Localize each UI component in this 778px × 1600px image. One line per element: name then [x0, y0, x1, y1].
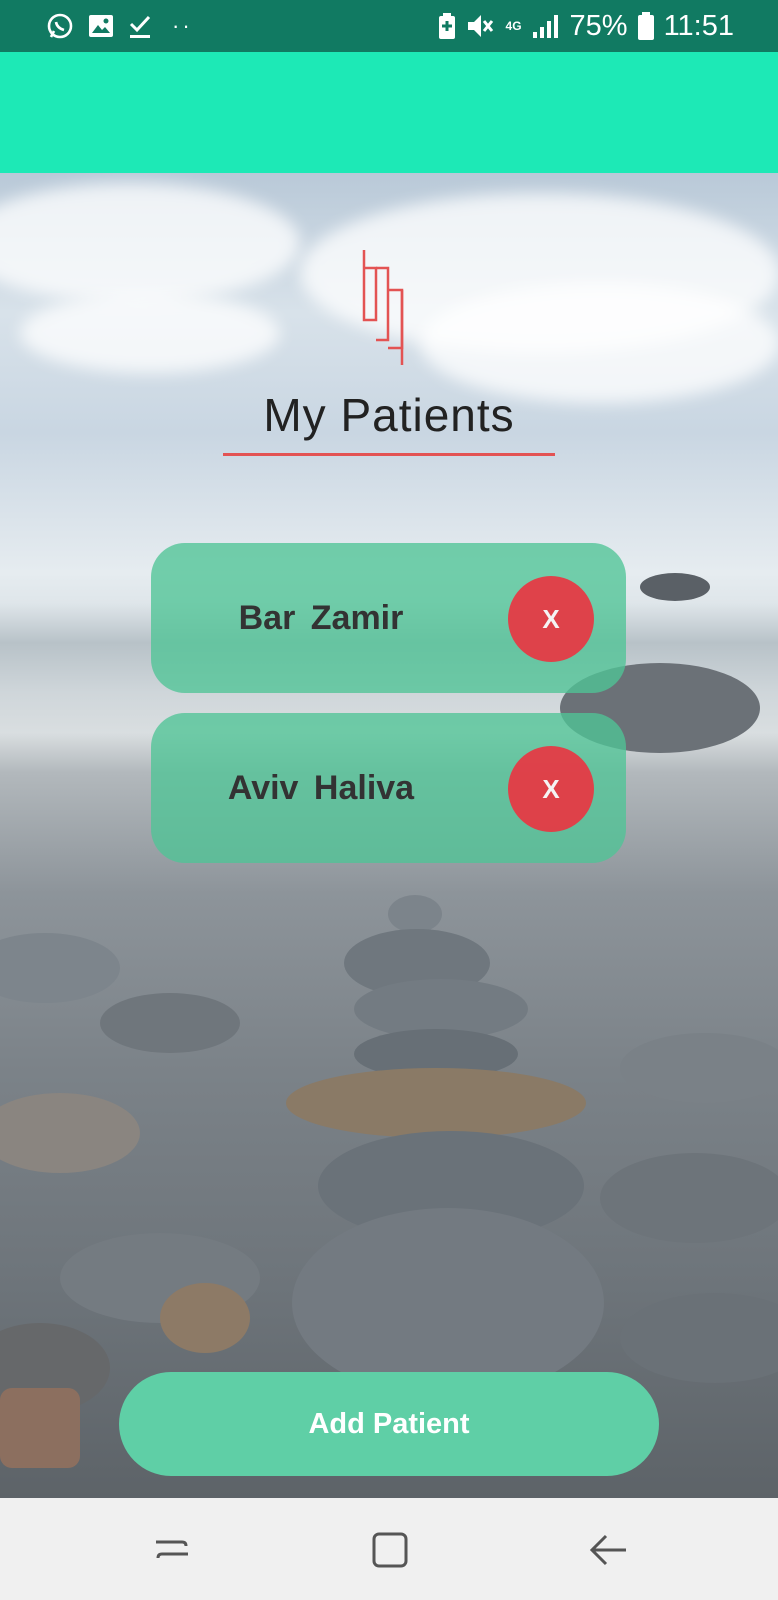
pebble [0, 1388, 80, 1468]
status-bar: ·· 4G 75% 11:51 [0, 0, 778, 52]
app-logo-icon [362, 250, 404, 365]
background-image: My Patients Bar Zamir X Aviv Haliva X Ad… [0, 173, 778, 1498]
pebble [600, 1153, 778, 1243]
mute-icon [466, 12, 496, 40]
navigation-bar [0, 1498, 778, 1600]
patient-card[interactable]: Aviv Haliva X [151, 713, 626, 863]
battery-saver-icon [438, 12, 456, 40]
signal-icon [532, 13, 560, 39]
download-check-icon [128, 13, 152, 39]
add-patient-button[interactable]: Add Patient [119, 1372, 659, 1476]
home-icon[interactable] [368, 1528, 412, 1572]
more-notifications-indicator: ·· [172, 13, 193, 38]
pebble [620, 1033, 778, 1103]
page-title: My Patients [263, 389, 515, 441]
cairn-stone [388, 895, 442, 933]
battery-percent: 75% [569, 9, 628, 42]
rock [640, 573, 710, 601]
patient-name[interactable]: Bar Zamir [151, 543, 491, 693]
whatsapp-icon [46, 12, 74, 40]
app-bar [0, 52, 778, 173]
cairn-stone [292, 1208, 604, 1398]
system-icons: 4G 75% 11:51 [438, 10, 734, 43]
battery-icon [637, 12, 654, 40]
network-type-label: 4G [505, 18, 522, 33]
cairn-stone [286, 1068, 586, 1138]
remove-patient-button[interactable]: X [508, 746, 594, 832]
pebble [100, 993, 240, 1053]
remove-patient-button[interactable]: X [508, 576, 594, 662]
pebble [620, 1293, 778, 1383]
back-icon[interactable] [588, 1528, 632, 1572]
pebble [0, 933, 120, 1003]
cloud [420, 283, 778, 403]
pebble [160, 1283, 250, 1353]
pebble [0, 1093, 140, 1173]
gallery-icon [88, 14, 114, 38]
recent-apps-icon[interactable] [150, 1528, 194, 1572]
patient-name[interactable]: Aviv Haliva [151, 713, 491, 863]
patient-card[interactable]: Bar Zamir X [151, 543, 626, 693]
cloud [0, 183, 300, 303]
title-underline [223, 453, 555, 456]
clock: 11:51 [663, 9, 734, 42]
notification-icons: ·· [46, 12, 193, 40]
cloud [20, 293, 280, 373]
